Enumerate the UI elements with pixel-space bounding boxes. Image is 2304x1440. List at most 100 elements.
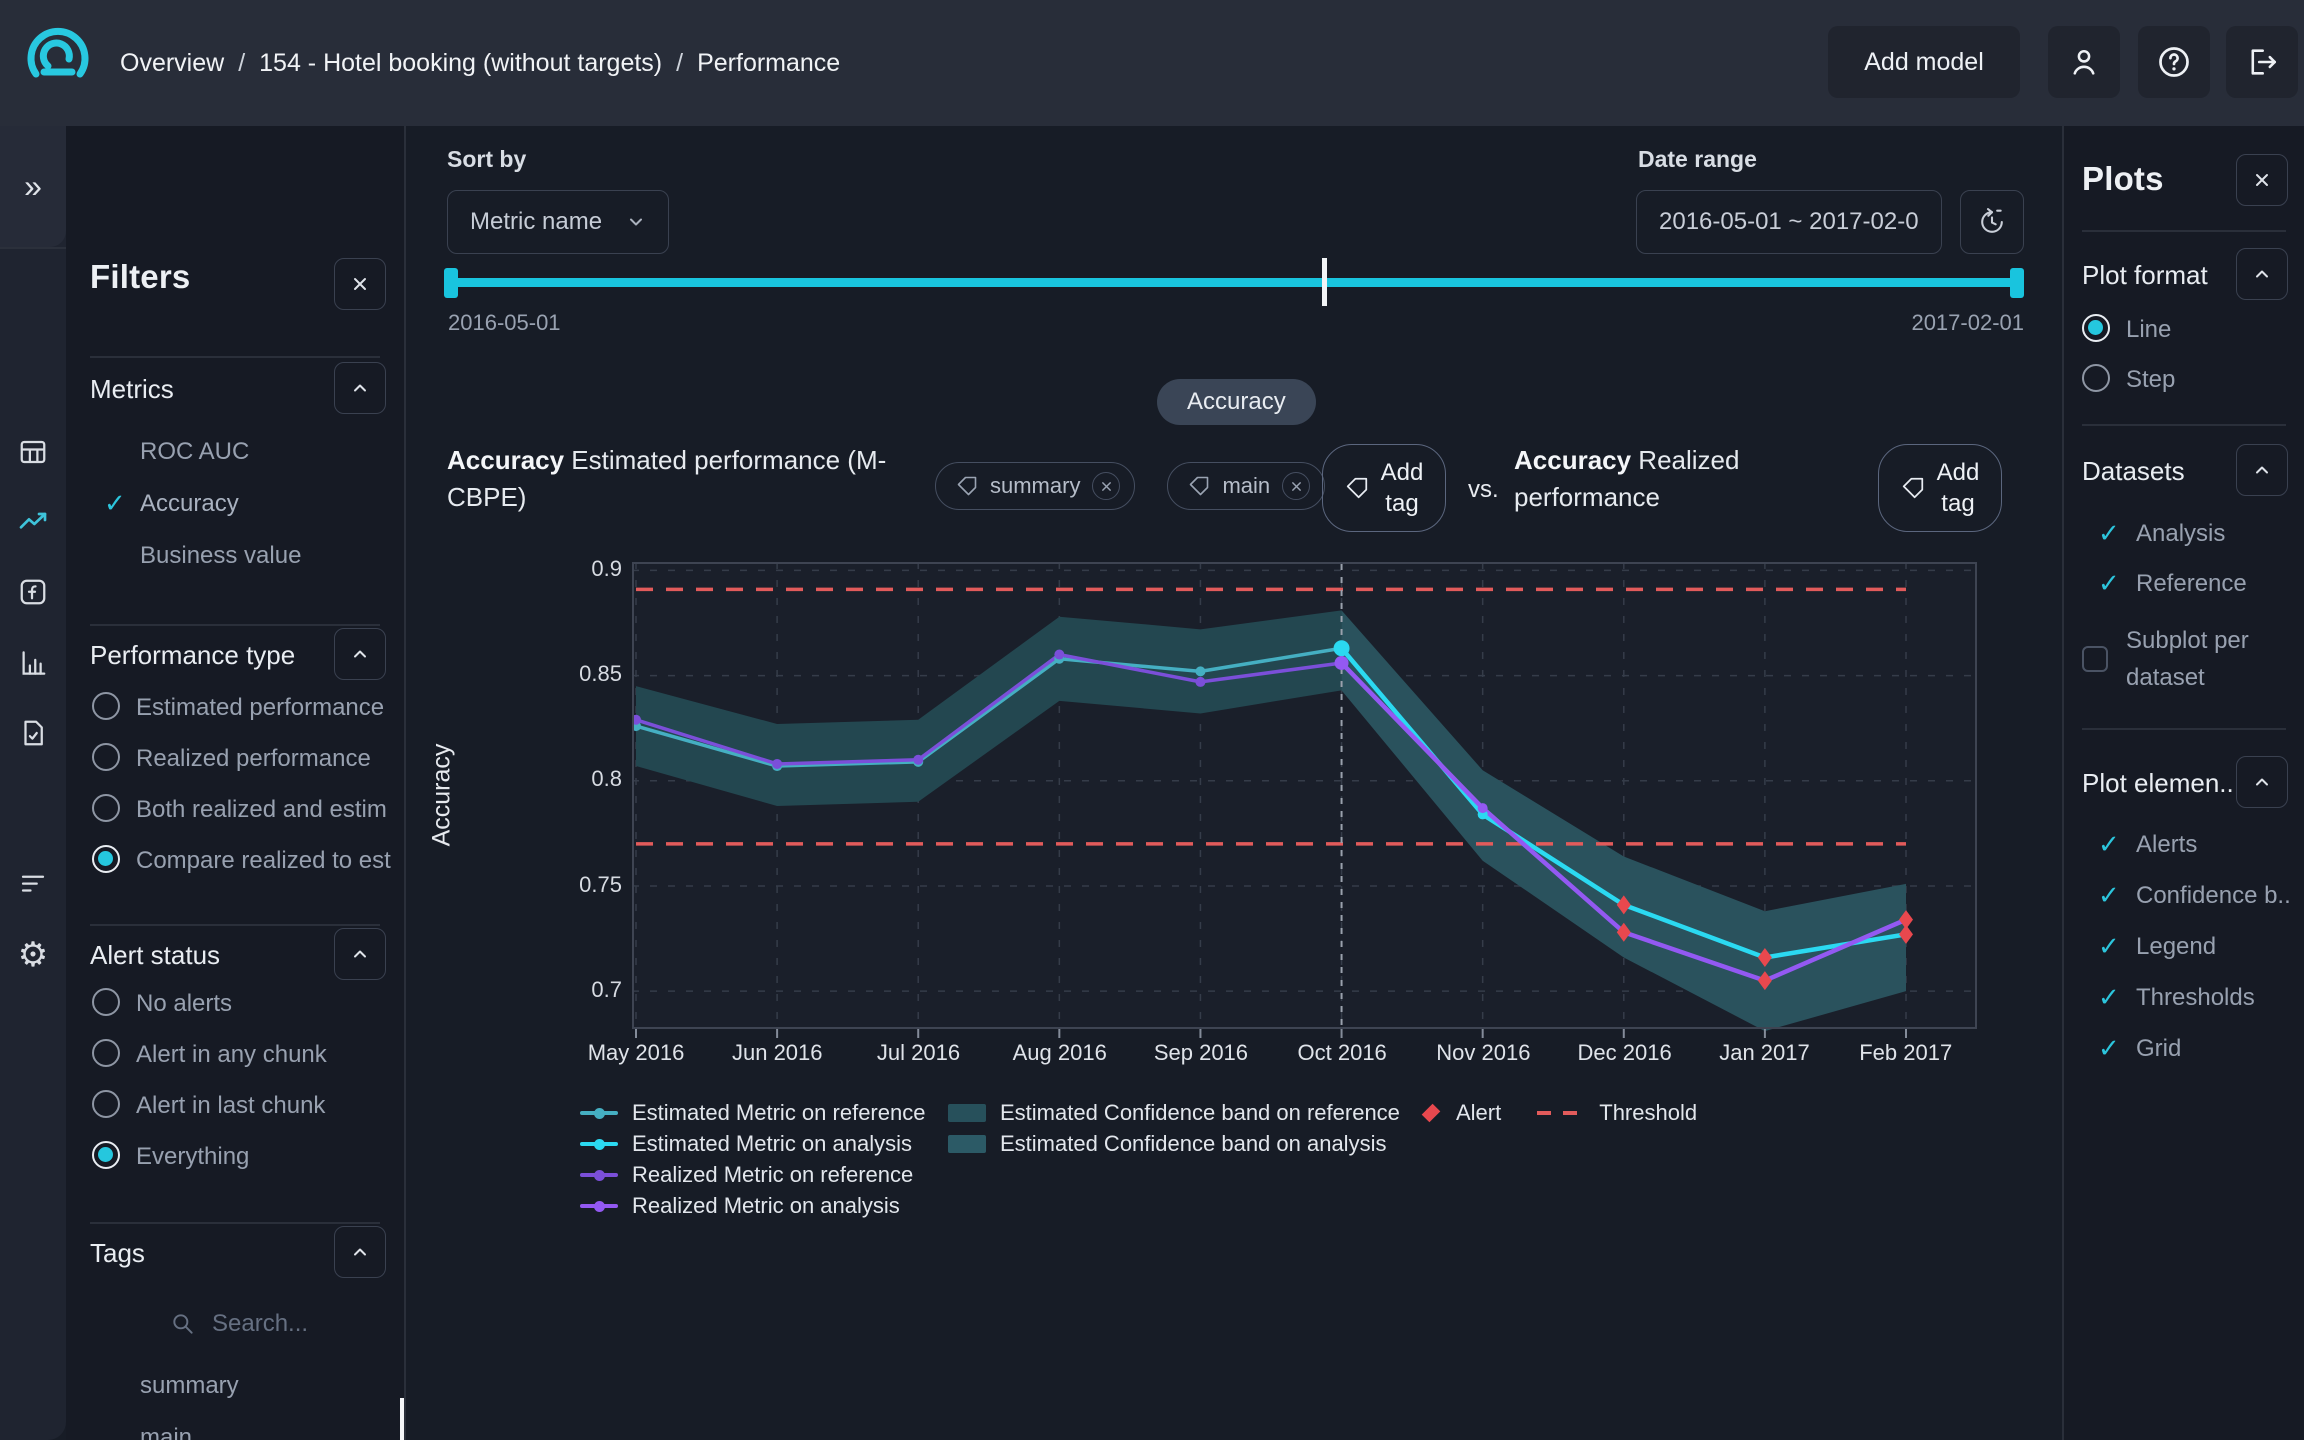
radio-label[interactable]: Line [2126, 316, 2171, 344]
rail-item-bar-chart[interactable] [0, 637, 66, 689]
add-tag-button-right[interactable]: Add tag [1878, 444, 2002, 532]
radio-label[interactable]: Realized performance [136, 745, 371, 773]
radio-label[interactable]: Estimated performance [136, 694, 384, 722]
add-tag-label: tag [1941, 490, 1974, 517]
nannyml-logo-icon[interactable] [22, 22, 94, 94]
breadcrumb-overview[interactable]: Overview [120, 49, 224, 78]
subplot-per-dataset-label[interactable]: Subplot per dataset [2126, 622, 2286, 696]
slider-handle-end[interactable] [2010, 268, 2024, 298]
divider [90, 1222, 380, 1224]
tag-item-summary[interactable]: summary [140, 1372, 239, 1400]
radio-both-realized-estimated[interactable] [92, 794, 120, 822]
add-model-button[interactable]: Add model [1828, 26, 2020, 98]
rail-item-logs[interactable] [0, 857, 66, 909]
check-icon [104, 488, 126, 519]
legend-item: Estimated Confidence band on reference [948, 1102, 1400, 1124]
rail-item-settings[interactable] [0, 929, 66, 981]
trend-chart-icon [17, 506, 49, 538]
close-plots-button[interactable] [2236, 154, 2288, 206]
rail-item-function[interactable] [0, 566, 66, 618]
add-tag-button-left[interactable]: Add tag [1322, 444, 1446, 532]
radio-label[interactable]: Both realized and estim [136, 796, 387, 824]
collapse-alert-status-button[interactable] [334, 928, 386, 980]
element-alerts[interactable]: Alerts [2136, 831, 2197, 859]
radio-label[interactable]: Compare realized to est [136, 847, 391, 875]
radio-no-alerts[interactable] [92, 988, 120, 1016]
radio-label[interactable]: Step [2126, 366, 2175, 394]
element-confidence-band[interactable]: Confidence b.. [2136, 882, 2291, 910]
subplot-per-dataset-checkbox[interactable] [2082, 646, 2108, 672]
x-tick-label: Jun 2016 [732, 1040, 823, 1066]
radio-step-format[interactable] [2082, 364, 2110, 392]
radio-everything[interactable] [92, 1141, 120, 1169]
datasets-title: Datasets [2082, 456, 2185, 487]
legend-swatch-band [948, 1104, 986, 1122]
collapse-plot-format-button[interactable] [2236, 248, 2288, 300]
element-legend[interactable]: Legend [2136, 933, 2216, 961]
date-range-input[interactable] [1636, 190, 1942, 254]
remove-tag-button[interactable] [1092, 472, 1120, 500]
plot-format-title: Plot format [2082, 260, 2208, 291]
dataset-reference[interactable]: Reference [2136, 570, 2247, 598]
radio-label[interactable]: Alert in any chunk [136, 1041, 327, 1069]
performance-type-section-title: Performance type [90, 640, 295, 671]
radio-label[interactable]: Everything [136, 1143, 249, 1171]
collapse-performance-type-button[interactable] [334, 628, 386, 680]
tag-row: summary main [935, 462, 1325, 510]
metric-badge[interactable]: Accuracy [1157, 379, 1316, 425]
gear-icon [18, 935, 48, 975]
metric-item-roc-auc[interactable]: ROC AUC [140, 438, 249, 466]
collapse-datasets-button[interactable] [2236, 444, 2288, 496]
radio-realized-performance[interactable] [92, 743, 120, 771]
radio-estimated-performance[interactable] [92, 692, 120, 720]
rail-item-table[interactable] [0, 426, 66, 478]
performance-line-chart[interactable] [632, 562, 1977, 1040]
close-icon [1291, 481, 1302, 492]
collapse-tags-button[interactable] [334, 1226, 386, 1278]
tag-item-main[interactable]: main [140, 1424, 192, 1440]
radio-compare-realized-estimated[interactable] [92, 845, 120, 873]
user-account-button[interactable] [2048, 26, 2120, 98]
radio-alert-any-chunk[interactable] [92, 1039, 120, 1067]
legend-label: Alert [1456, 1100, 1501, 1126]
sort-by-value: Metric name [470, 208, 602, 236]
logout-button[interactable] [2226, 26, 2298, 98]
metric-item-accuracy[interactable]: Accuracy [140, 490, 239, 518]
reset-date-range-button[interactable] [1960, 190, 2024, 254]
divider [2082, 230, 2286, 232]
radio-label[interactable]: No alerts [136, 990, 232, 1018]
breadcrumb-model[interactable]: 154 - Hotel booking (without targets) [259, 49, 662, 78]
element-thresholds[interactable]: Thresholds [2136, 984, 2255, 1012]
metrics-section-title: Metrics [90, 374, 174, 405]
collapse-plot-elements-button[interactable] [2236, 756, 2288, 808]
element-grid[interactable]: Grid [2136, 1035, 2181, 1063]
close-filters-button[interactable] [334, 258, 386, 310]
legend-label: Estimated Metric on analysis [632, 1131, 912, 1157]
plots-panel: Plots Plot format Line Step Datasets Ana… [2064, 126, 2304, 1440]
legend-item: Realized Metric on analysis [580, 1195, 925, 1217]
divider [2082, 424, 2286, 426]
alert-diamond-icon [1422, 1104, 1441, 1123]
tag-pill-summary[interactable]: summary [935, 462, 1135, 510]
radio-alert-last-chunk[interactable] [92, 1090, 120, 1118]
radio-line-format[interactable] [2082, 314, 2110, 342]
date-range-slider[interactable] [448, 278, 2024, 287]
legend-swatch-line [580, 1142, 618, 1146]
tags-search-input[interactable] [212, 1310, 404, 1338]
collapse-metrics-button[interactable] [334, 362, 386, 414]
chevron-up-icon [2252, 460, 2272, 480]
remove-tag-button[interactable] [1282, 472, 1310, 500]
rail-item-performance[interactable] [0, 496, 66, 548]
legend-swatch-line [580, 1173, 618, 1177]
dataset-analysis[interactable]: Analysis [2136, 520, 2225, 548]
rail-item-reports[interactable] [0, 707, 66, 759]
legend-item: Alert Threshold [1424, 1102, 1697, 1124]
expand-sidebar-button[interactable] [0, 126, 66, 247]
sort-by-dropdown[interactable]: Metric name [447, 190, 669, 254]
help-button[interactable] [2138, 26, 2210, 98]
slider-handle-start[interactable] [444, 268, 458, 298]
tag-pill-main[interactable]: main [1167, 462, 1325, 510]
metric-item-business-value[interactable]: Business value [140, 542, 301, 570]
slider-start-label: 2016-05-01 [448, 310, 561, 336]
radio-label[interactable]: Alert in last chunk [136, 1092, 325, 1120]
